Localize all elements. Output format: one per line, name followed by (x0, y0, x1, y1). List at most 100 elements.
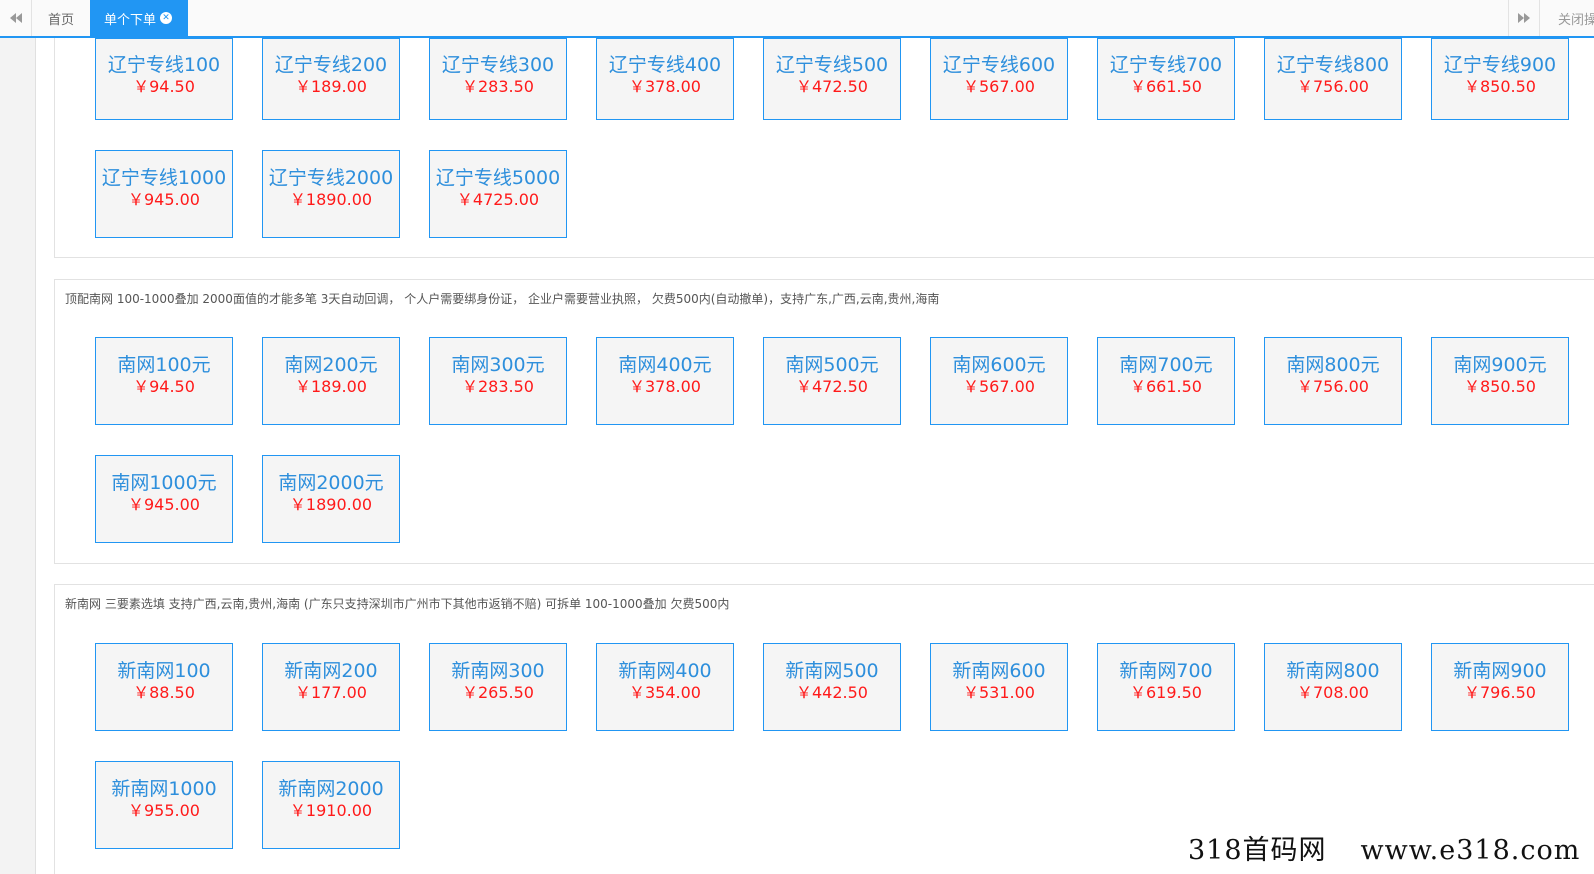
product-card[interactable]: 辽宁专线200 ￥189.00 (262, 38, 400, 120)
product-card[interactable]: 新南网900 ￥796.50 (1431, 643, 1569, 731)
product-name: 辽宁专线2000 (268, 167, 394, 189)
product-name: 新南网500 (785, 660, 879, 682)
close-operations-label: 关闭操作 (1558, 12, 1594, 28)
product-price: ￥531.00 (963, 683, 1035, 702)
product-price: ￥1890.00 (289, 190, 373, 209)
product-price: ￥756.00 (1297, 377, 1369, 396)
product-price: ￥189.00 (295, 377, 367, 396)
product-card[interactable]: 辽宁专线300 ￥283.50 (429, 38, 567, 120)
product-card[interactable]: 南网1000元 ￥945.00 (95, 455, 233, 543)
product-name: 南网900元 (1453, 354, 1547, 376)
watermark-name: 318首码网 (1188, 835, 1327, 866)
product-price: ￥354.00 (629, 683, 701, 702)
product-card[interactable]: 新南网800 ￥708.00 (1264, 643, 1402, 731)
close-circle-icon[interactable]: ✕ (160, 12, 173, 24)
product-price: ￥756.00 (1297, 77, 1369, 96)
close-operations-button[interactable]: 关闭操作 (1539, 0, 1594, 36)
product-name: 辽宁专线800 (1276, 54, 1390, 76)
product-panel-liaoning: 辽宁专线100 ￥94.50 辽宁专线200 ￥189.00 辽宁专线300 ￥… (54, 38, 1594, 258)
product-card[interactable]: 辽宁专线5000 ￥4725.00 (429, 150, 567, 238)
product-card[interactable]: 南网300元 ￥283.50 (429, 337, 567, 425)
product-name: 南网700元 (1119, 354, 1213, 376)
product-name: 辽宁专线5000 (435, 167, 561, 189)
product-card[interactable]: 新南网700 ￥619.50 (1097, 643, 1235, 731)
product-name: 新南网600 (952, 660, 1046, 682)
product-card[interactable]: 辽宁专线400 ￥378.00 (596, 38, 734, 120)
product-price: ￥850.50 (1464, 377, 1536, 396)
product-name: 新南网900 (1453, 660, 1547, 682)
tab-single-order[interactable]: 单个下单 ✕ (90, 0, 188, 36)
product-card[interactable]: 南网900元 ￥850.50 (1431, 337, 1569, 425)
product-card[interactable]: 新南网400 ￥354.00 (596, 643, 734, 731)
product-card[interactable]: 辽宁专线900 ￥850.50 (1431, 38, 1569, 120)
product-price: ￥378.00 (629, 77, 701, 96)
product-price: ￥1890.00 (289, 495, 373, 514)
product-name: 新南网300 (451, 660, 545, 682)
double-chevron-left-icon (9, 13, 22, 23)
tab-single-order-label: 单个下单 (104, 12, 157, 28)
product-card[interactable]: 辽宁专线700 ￥661.50 (1097, 38, 1235, 120)
product-card[interactable]: 南网2000元 ￥1890.00 (262, 455, 400, 543)
product-card[interactable]: 新南网1000 ￥955.00 (95, 761, 233, 849)
product-price: ￥850.50 (1464, 77, 1536, 96)
tab-bar: 首页 单个下单 ✕ 关闭操作 (0, 0, 1594, 38)
product-card[interactable]: 南网200元 ￥189.00 (262, 337, 400, 425)
site-watermark: 318首码网 www.e318.com (1188, 828, 1580, 867)
product-card[interactable]: 南网600元 ￥567.00 (930, 337, 1068, 425)
product-card[interactable]: 南网800元 ￥756.00 (1264, 337, 1402, 425)
tabs-scroll-left-button[interactable] (0, 0, 32, 36)
main-content: 辽宁专线100 ￥94.50 辽宁专线200 ￥189.00 辽宁专线300 ￥… (36, 38, 1594, 874)
product-card[interactable]: 辽宁专线100 ￥94.50 (95, 38, 233, 120)
product-price: ￥796.50 (1464, 683, 1536, 702)
product-name: 南网800元 (1286, 354, 1380, 376)
product-name: 辽宁专线100 (107, 54, 221, 76)
product-name: 辽宁专线200 (274, 54, 388, 76)
product-price: ￥945.00 (128, 190, 200, 209)
product-price: ￥265.50 (462, 683, 534, 702)
tab-home[interactable]: 首页 (34, 0, 90, 36)
product-name: 南网100元 (117, 354, 211, 376)
product-card[interactable]: 南网400元 ￥378.00 (596, 337, 734, 425)
product-price: ￥708.00 (1297, 683, 1369, 702)
product-price: ￥567.00 (963, 77, 1035, 96)
product-name: 南网200元 (284, 354, 378, 376)
panel-description: 新南网 三要素选填 支持广西,云南,贵州,海南 (广东只支持深圳市广州市下其他市… (65, 597, 730, 611)
double-chevron-right-icon (1517, 13, 1530, 23)
product-price: ￥4725.00 (456, 190, 540, 209)
product-name: 辽宁专线400 (608, 54, 722, 76)
product-name: 辽宁专线600 (942, 54, 1056, 76)
product-card[interactable]: 南网700元 ￥661.50 (1097, 337, 1235, 425)
product-price: ￥619.50 (1130, 683, 1202, 702)
product-name: 新南网700 (1119, 660, 1213, 682)
product-card[interactable]: 辽宁专线1000 ￥945.00 (95, 150, 233, 238)
product-card[interactable]: 新南网500 ￥442.50 (763, 643, 901, 731)
product-card[interactable]: 辽宁专线2000 ￥1890.00 (262, 150, 400, 238)
product-card[interactable]: 新南网100 ￥88.50 (95, 643, 233, 731)
product-card[interactable]: 辽宁专线500 ￥472.50 (763, 38, 901, 120)
product-price: ￥472.50 (796, 77, 868, 96)
product-name: 新南网2000 (278, 778, 384, 800)
product-price: ￥94.50 (133, 377, 195, 396)
product-card[interactable]: 新南网2000 ￥1910.00 (262, 761, 400, 849)
product-card[interactable]: 南网500元 ￥472.50 (763, 337, 901, 425)
product-name: 辽宁专线1000 (101, 167, 227, 189)
product-price: ￥283.50 (462, 377, 534, 396)
product-card[interactable]: 新南网200 ￥177.00 (262, 643, 400, 731)
product-card[interactable]: 辽宁专线800 ￥756.00 (1264, 38, 1402, 120)
product-name: 新南网100 (117, 660, 211, 682)
product-card[interactable]: 南网100元 ￥94.50 (95, 337, 233, 425)
product-price: ￥94.50 (133, 77, 195, 96)
tab-home-label: 首页 (48, 12, 75, 28)
product-card[interactable]: 新南网600 ￥531.00 (930, 643, 1068, 731)
product-price: ￥567.00 (963, 377, 1035, 396)
tabs-scroll-right-button[interactable] (1508, 0, 1538, 36)
product-name: 南网500元 (785, 354, 879, 376)
product-card[interactable]: 新南网300 ￥265.50 (429, 643, 567, 731)
product-name: 新南网400 (618, 660, 712, 682)
product-name: 南网1000元 (111, 472, 217, 494)
product-price: ￥177.00 (295, 683, 367, 702)
product-price: ￥283.50 (462, 77, 534, 96)
product-price: ￥189.00 (295, 77, 367, 96)
product-price: ￥378.00 (629, 377, 701, 396)
product-card[interactable]: 辽宁专线600 ￥567.00 (930, 38, 1068, 120)
